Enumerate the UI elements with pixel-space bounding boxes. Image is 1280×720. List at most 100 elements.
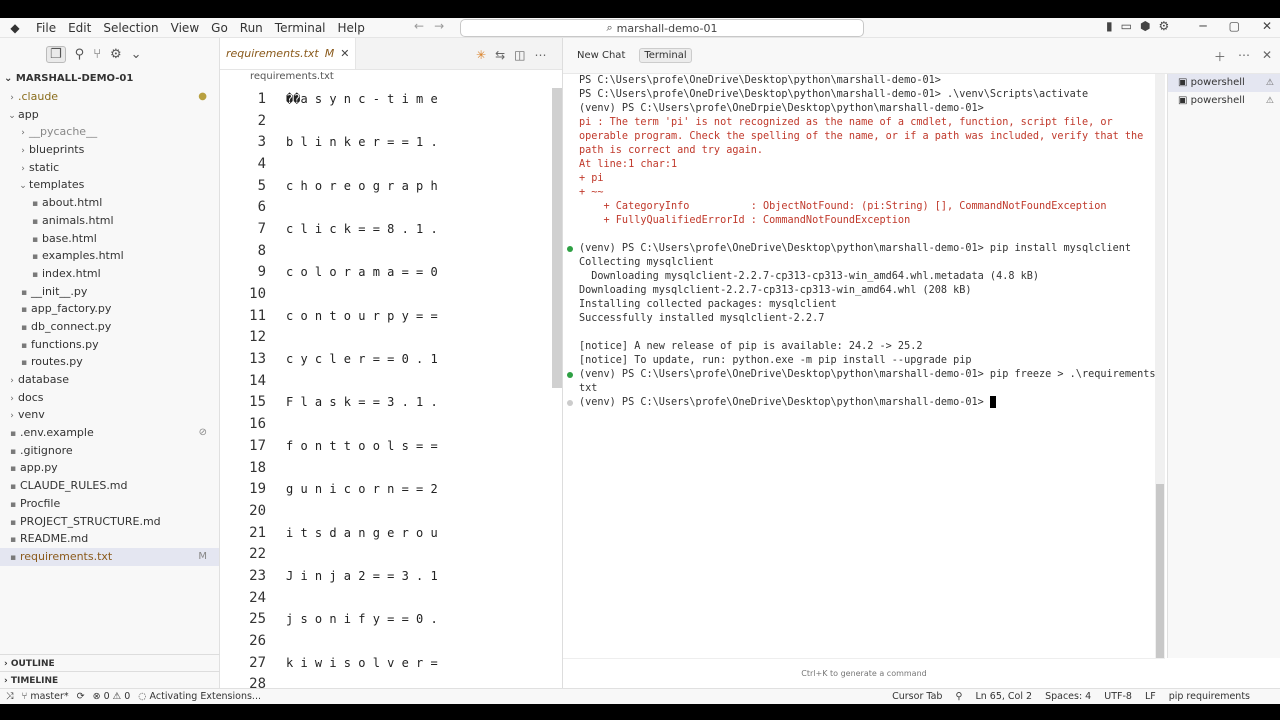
language-mode[interactable]: pip requirements <box>1169 691 1250 702</box>
more-views-chevron-icon[interactable]: ⌄ <box>131 47 142 62</box>
indentation[interactable]: Spaces: 4 <box>1045 691 1091 702</box>
tree-file[interactable]: ▪ app_factory.py <box>0 300 219 318</box>
extensions-icon[interactable]: ⬢ <box>1140 19 1150 33</box>
tree-folder[interactable]: › blueprints <box>0 141 219 159</box>
terminal-line: [notice] To update, run: python.exe -m p… <box>579 354 972 368</box>
menu-help[interactable]: Help <box>332 19 371 37</box>
menu-view[interactable]: View <box>165 19 205 37</box>
terminal-item-label: powershell <box>1190 95 1245 106</box>
tree-file[interactable]: ▪ PROJECT_STRUCTURE.md <box>0 513 219 531</box>
line-number: 18 <box>249 459 266 476</box>
tree-folder[interactable]: › database <box>0 371 219 389</box>
tree-file[interactable]: ▪ requirements.txt M <box>0 547 219 566</box>
source-control-icon[interactable]: ⑂ <box>93 47 101 62</box>
terminal-item[interactable]: ▣ powershell ⚠ <box>1168 74 1280 92</box>
editor-scrollbar[interactable] <box>552 88 562 388</box>
branch-indicator[interactable]: ⑂ master* <box>22 691 69 702</box>
compare-icon[interactable]: ⇆ <box>495 48 505 62</box>
terminal-line-text: (venv) PS C:\Users\profe\OneDrive\Deskto… <box>579 369 1162 380</box>
add-icon[interactable]: ＋ <box>1214 48 1226 65</box>
cursor-position[interactable]: Ln 65, Col 2 <box>975 691 1032 702</box>
toggle-sidebar-icon[interactable]: ▮ <box>1106 19 1113 33</box>
tree-file[interactable]: ▪ db_connect.py <box>0 318 219 336</box>
tree-item-label: README.md <box>20 532 89 546</box>
zoom-icon[interactable]: ⚲ <box>955 691 962 702</box>
tab-requirements[interactable]: requirements.txt M ✕ <box>220 38 357 69</box>
command-status-dot[interactable] <box>567 372 573 378</box>
modified-dot-icon: ● <box>198 91 207 102</box>
file-status-badge: M <box>198 550 207 562</box>
menu-go[interactable]: Go <box>205 19 234 37</box>
tree-file[interactable]: ▪ examples.html <box>0 247 219 265</box>
minimize-icon[interactable]: ─ <box>1199 19 1206 33</box>
project-header[interactable]: ⌄ MARSHALL-DEMO-01 <box>0 70 219 88</box>
breadcrumb[interactable]: requirements.txt <box>220 70 562 84</box>
activity-indicator: ◌ Activating Extensions... <box>138 691 261 702</box>
toggle-panel-icon[interactable]: ▭ <box>1121 19 1132 33</box>
more-actions-icon[interactable]: ⋯ <box>534 48 546 62</box>
tree-file[interactable]: ▪ CLAUDE_RULES.md <box>0 477 219 495</box>
tree-file[interactable]: ▪ README.md <box>0 530 219 548</box>
tree-folder[interactable]: ⌄ templates <box>0 176 219 194</box>
tree-file[interactable]: ▪ .env.example ⊘ <box>0 424 219 442</box>
close-window-icon[interactable]: ✕ <box>1262 19 1272 33</box>
terminal-scrollbar[interactable] <box>1155 74 1165 658</box>
code-line: 27 k i w i s o l v e r = <box>220 652 562 674</box>
more-icon[interactable]: ⋯ <box>1238 48 1250 65</box>
command-status-dot[interactable] <box>567 400 573 406</box>
tree-file[interactable]: ▪ routes.py <box>0 353 219 371</box>
settings-gear-icon[interactable]: ⚙ <box>1158 19 1169 33</box>
close-icon[interactable]: ✕ <box>340 47 349 60</box>
forward-arrow-icon[interactable]: → <box>434 19 444 33</box>
tree-file[interactable]: ▪ Procfile <box>0 495 219 513</box>
scroll-thumb[interactable] <box>1156 484 1164 658</box>
tree-folder[interactable]: › venv <box>0 406 219 424</box>
tree-item-label: examples.html <box>42 249 124 263</box>
terminal-output[interactable]: PS C:\Users\profe\OneDrive\Desktop\pytho… <box>563 74 1165 658</box>
tree-folder[interactable]: ⌄ app <box>0 106 219 124</box>
remote-icon[interactable]: ⤨ <box>6 691 14 702</box>
tree-file[interactable]: ▪ .gitignore <box>0 442 219 460</box>
tab-terminal[interactable]: Terminal <box>639 48 692 63</box>
menu-file[interactable]: File <box>30 19 62 37</box>
encoding[interactable]: UTF-8 <box>1104 691 1132 702</box>
outline-section[interactable]: › OUTLINE <box>0 654 220 672</box>
line-number: 11 <box>249 307 266 324</box>
line-ending[interactable]: LF <box>1145 691 1156 702</box>
command-center-search[interactable]: ⌕ marshall-demo-01 <box>460 19 864 37</box>
explorer-files-icon[interactable]: ❐ <box>46 45 66 63</box>
menu-terminal[interactable]: Terminal <box>269 19 332 37</box>
close-icon[interactable]: ✕ <box>1262 48 1272 65</box>
tree-file[interactable]: ▪ about.html <box>0 194 219 212</box>
terminal-line: operable program. Check the spelling of … <box>579 130 1143 144</box>
code-area[interactable]: 1 ��a s y n c - t i m e23b l i n k e r = … <box>220 88 562 688</box>
problems-indicator[interactable]: ⊗ 0 ⚠ 0 <box>93 691 131 702</box>
sync-icon[interactable]: ⟳ <box>77 691 85 702</box>
command-status-dot[interactable] <box>567 246 573 252</box>
menu-edit[interactable]: Edit <box>62 19 97 37</box>
extensions-view-icon[interactable]: ⚙ <box>110 47 122 62</box>
menu-run[interactable]: Run <box>234 19 269 37</box>
tree-file[interactable]: ▪ app.py <box>0 459 219 477</box>
tree-file[interactable]: ▪ index.html <box>0 265 219 283</box>
tree-folder[interactable]: › static <box>0 159 219 177</box>
split-editor-icon[interactable]: ◫ <box>514 48 525 62</box>
tree-file[interactable]: ▪ animals.html <box>0 212 219 230</box>
cursor-tab-status[interactable]: Cursor Tab <box>892 691 942 702</box>
tree-file[interactable]: ▪ __init__.py <box>0 283 219 301</box>
search-view-icon[interactable]: ⚲ <box>75 47 85 62</box>
tab-new-chat[interactable]: New Chat <box>577 50 625 61</box>
terminal-item[interactable]: ▣ powershell ⚠ <box>1168 92 1280 110</box>
maximize-icon[interactable]: ▢ <box>1229 19 1240 33</box>
back-arrow-icon[interactable]: ← <box>414 19 424 33</box>
timeline-section[interactable]: › TIMELINE <box>0 671 220 689</box>
tree-folder[interactable]: › __pycache__ <box>0 123 219 141</box>
tree-file[interactable]: ▪ functions.py <box>0 336 219 354</box>
line-number: 28 <box>249 676 266 688</box>
project-title: MARSHALL-DEMO-01 <box>15 73 134 84</box>
ai-spark-icon[interactable]: ✳ <box>476 48 486 62</box>
tree-folder[interactable]: › docs <box>0 389 219 407</box>
menu-selection[interactable]: Selection <box>97 19 164 37</box>
tree-folder[interactable]: › .claude ● <box>0 88 219 106</box>
tree-file[interactable]: ▪ base.html <box>0 230 219 248</box>
